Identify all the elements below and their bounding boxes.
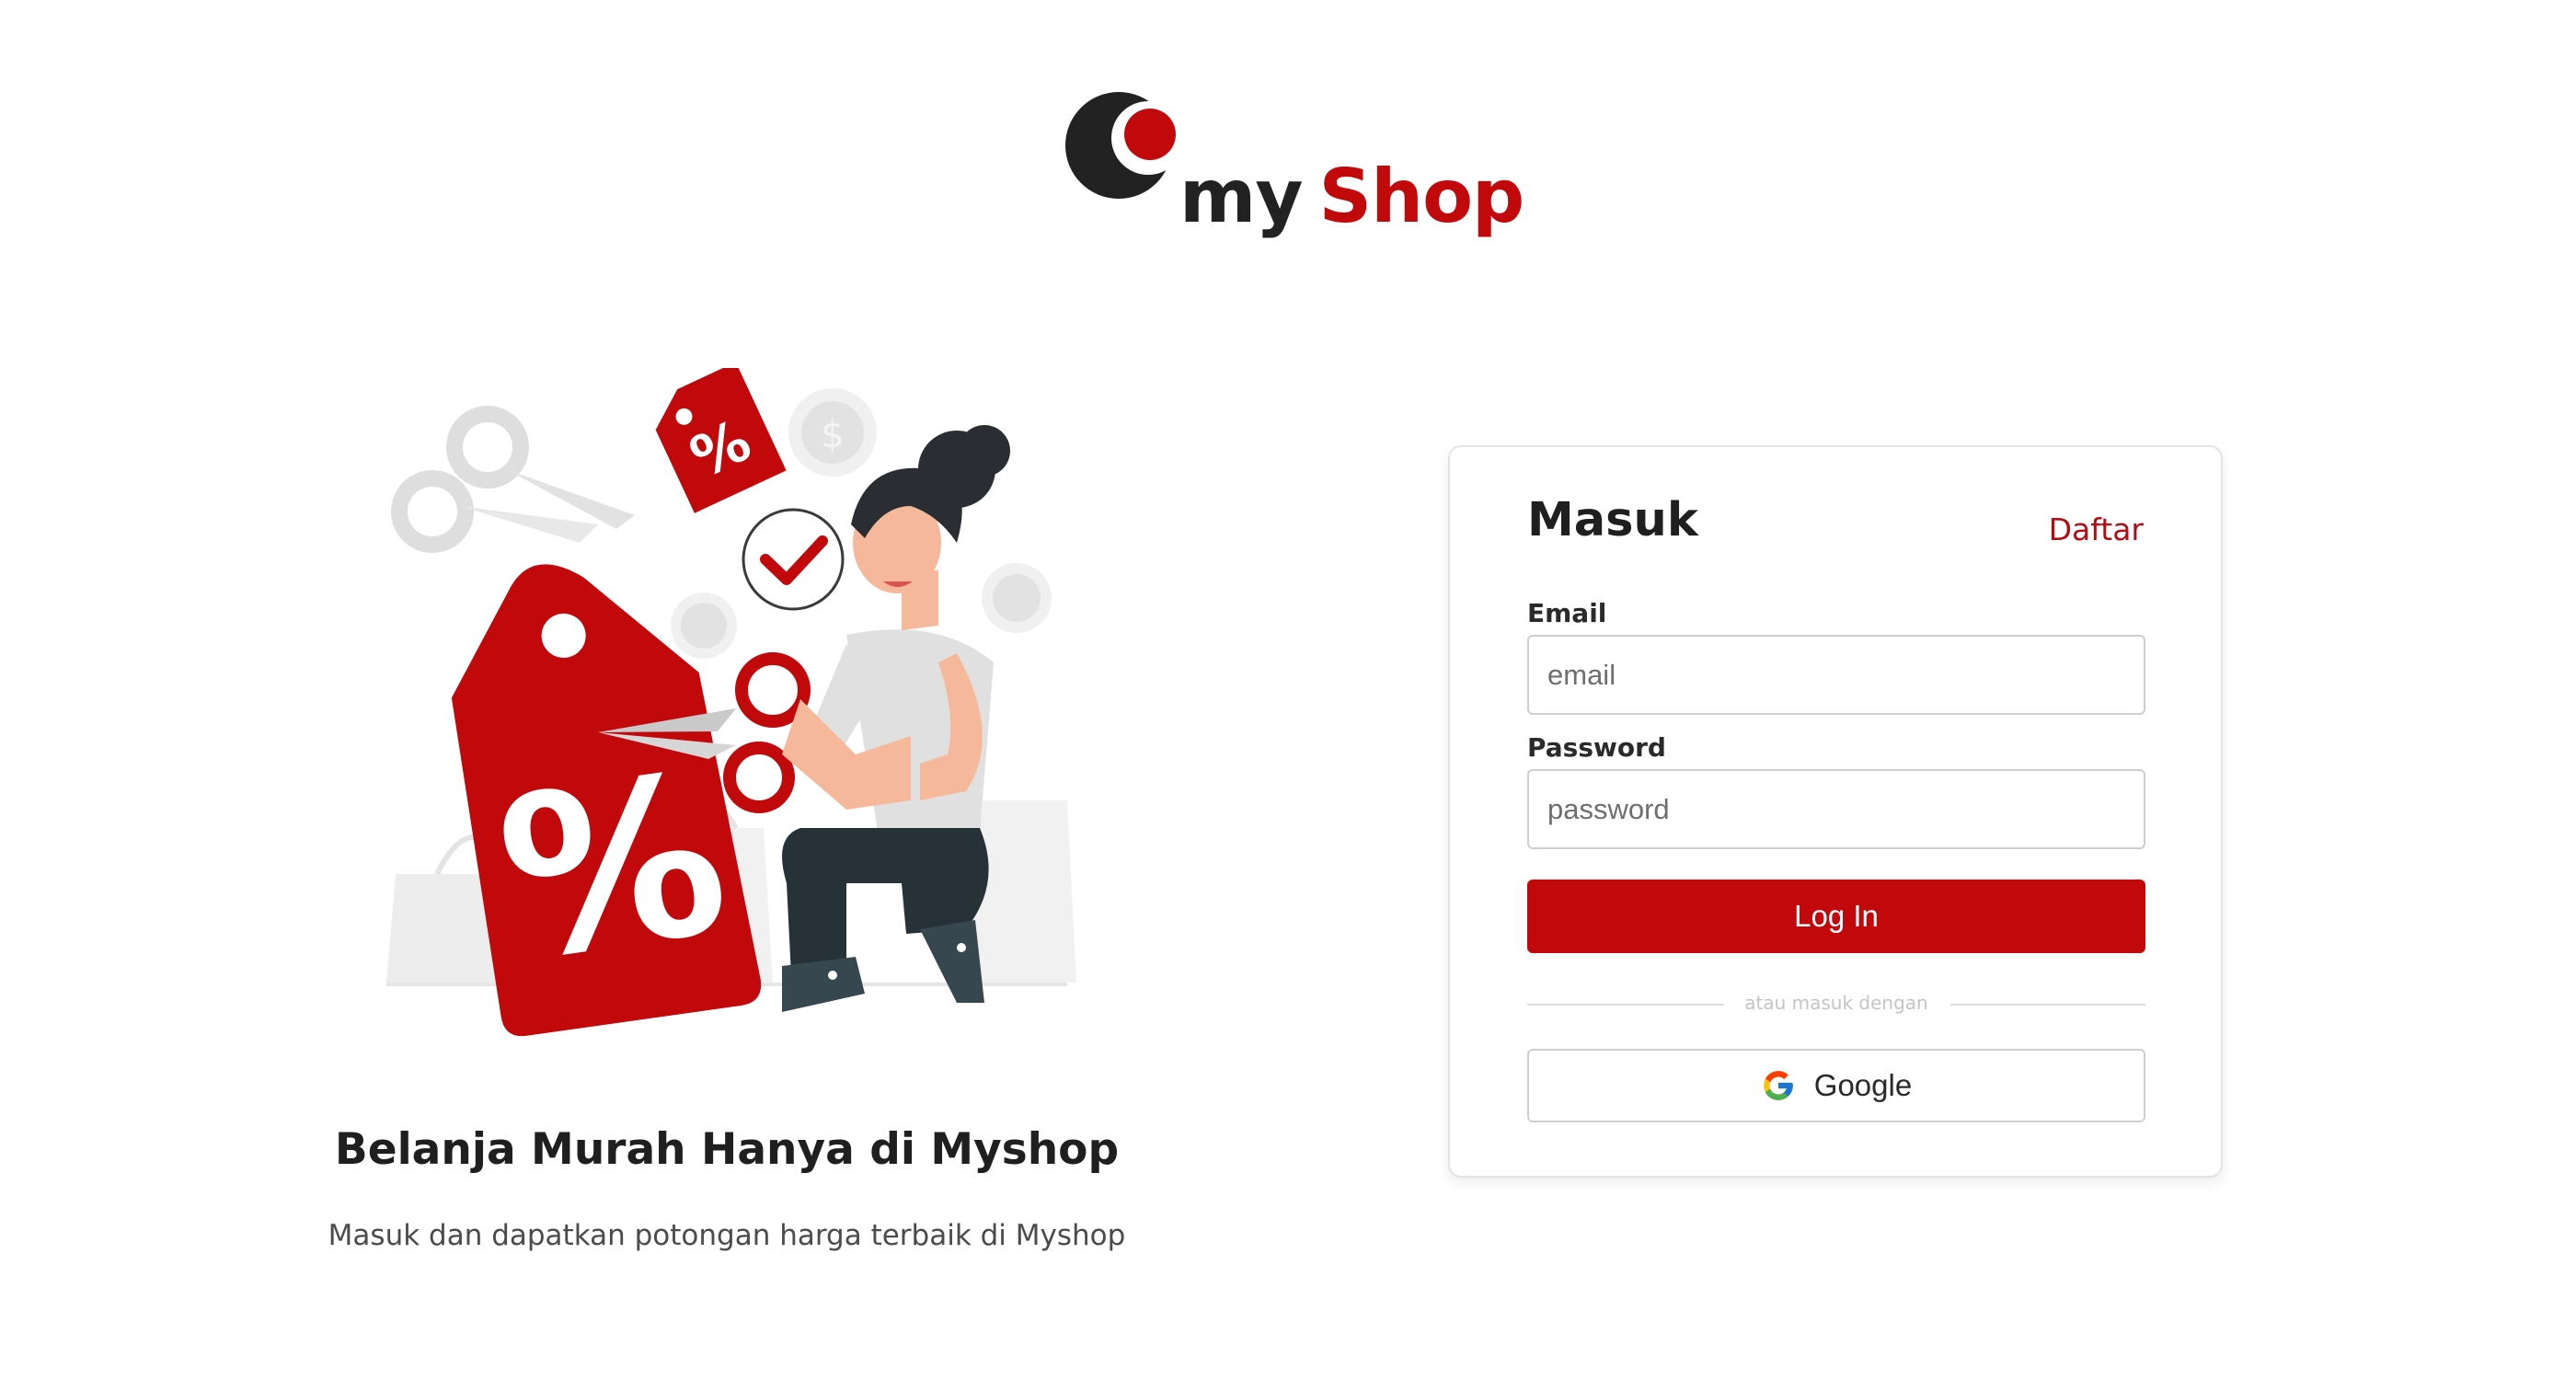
register-link[interactable]: Daftar xyxy=(2049,512,2144,547)
login-divider: atau masuk dengan xyxy=(1527,990,2145,1018)
login-button[interactable]: Log In xyxy=(1527,880,2145,953)
password-label: Password xyxy=(1527,732,1666,763)
hero-illustration: % $ % xyxy=(368,368,1086,1067)
logo-text: my Shop xyxy=(1179,160,1524,234)
logo-text-my: my xyxy=(1179,154,1304,239)
login-card: Masuk Daftar Email Password Log In atau … xyxy=(1448,445,2223,1178)
login-card-title: Masuk xyxy=(1527,493,1698,547)
brand-logo: my Shop xyxy=(1058,92,1524,248)
google-login-button[interactable]: Google xyxy=(1527,1049,2145,1122)
divider-text: atau masuk dengan xyxy=(1744,992,1928,1014)
email-label: Email xyxy=(1527,598,1607,628)
hero-title: Belanja Murah Hanya di Myshop xyxy=(334,1124,1120,1175)
password-input[interactable] xyxy=(1527,769,2145,849)
email-input[interactable] xyxy=(1527,635,2145,715)
logo-text-shop: Shop xyxy=(1318,154,1525,239)
svg-text:%: % xyxy=(486,725,741,1011)
google-icon xyxy=(1763,1071,1793,1100)
discount-illustration-icon: % $ % xyxy=(386,368,1076,1037)
google-button-label: Google xyxy=(1813,1068,1913,1102)
svg-text:$: $ xyxy=(821,414,844,456)
hero-subtitle: Masuk dan dapatkan potongan harga terbai… xyxy=(328,1219,1126,1252)
